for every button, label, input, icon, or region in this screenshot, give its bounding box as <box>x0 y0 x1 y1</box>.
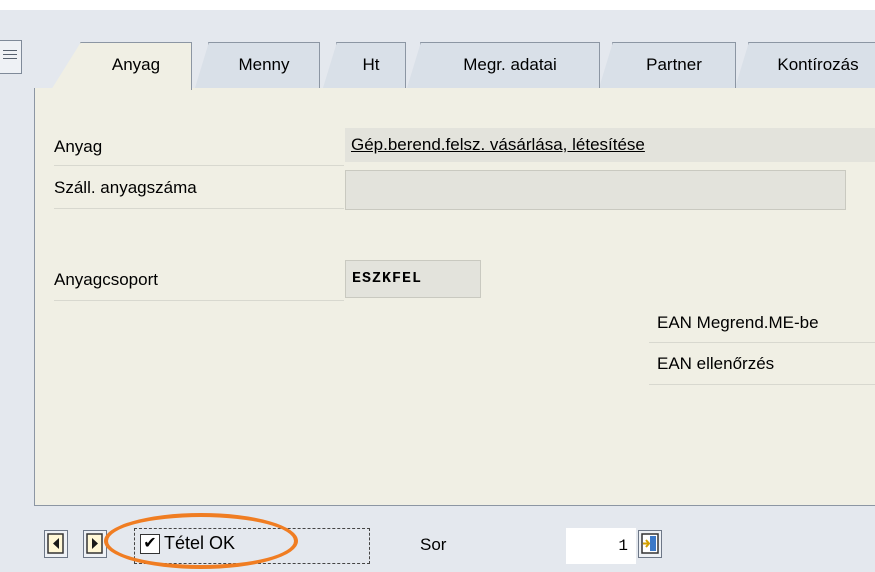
tab-label: Anyag <box>111 55 161 74</box>
anyag-label: Anyag <box>54 137 103 156</box>
anyagcsoport-label: Anyagcsoport <box>54 270 158 289</box>
tab-anyag[interactable]: Anyag <box>51 42 192 90</box>
anyag-value: Gép.berend.felsz. vásárlása, létesítése <box>351 135 645 154</box>
sor-input[interactable]: 1 <box>566 528 636 564</box>
tab-label: Partner <box>646 55 702 74</box>
item-ok-label: Tétel OK <box>164 533 236 553</box>
item-ok-checkbox[interactable]: ✔ <box>140 534 160 554</box>
check-icon: ✔ <box>143 535 157 552</box>
ean-megrend-label: EAN Megrend.ME-be <box>657 313 819 332</box>
tab-menny[interactable]: Menny <box>195 42 320 88</box>
previous-item-icon[interactable] <box>44 530 68 558</box>
tab-kontirozas[interactable]: Kontírozás <box>735 42 875 88</box>
anyagcsoport-field[interactable]: ESZKFEL <box>345 260 481 298</box>
tab-partner[interactable]: Partner <box>599 42 736 88</box>
anyag-field[interactable]: Gép.berend.felsz. vásárlása, létesítése <box>345 128 875 162</box>
sor-label: Sor <box>420 535 447 554</box>
szall-anyagszama-label: Száll. anyagszáma <box>54 178 197 197</box>
szall-anyagszama-field[interactable] <box>345 170 846 210</box>
tab-label: Kontírozás <box>777 55 859 74</box>
item-selection-icon[interactable] <box>638 530 662 558</box>
tab-ht[interactable]: Ht <box>323 42 406 88</box>
ean-ellenorzes-label: EAN ellenőrzés <box>657 354 775 373</box>
tab-megr-adatai[interactable]: Megr. adatai <box>407 42 600 88</box>
tab-label: Megr. adatai <box>463 55 557 74</box>
tab-label: Menny <box>238 55 290 74</box>
tab-content-panel: Anyag Gép.berend.felsz. vásárlása, létes… <box>34 88 875 506</box>
anyagcsoport-value: ESZKFEL <box>352 270 423 287</box>
next-item-icon[interactable] <box>83 530 107 558</box>
tab-label: Ht <box>362 55 380 74</box>
tab-list-icon[interactable] <box>0 40 22 74</box>
